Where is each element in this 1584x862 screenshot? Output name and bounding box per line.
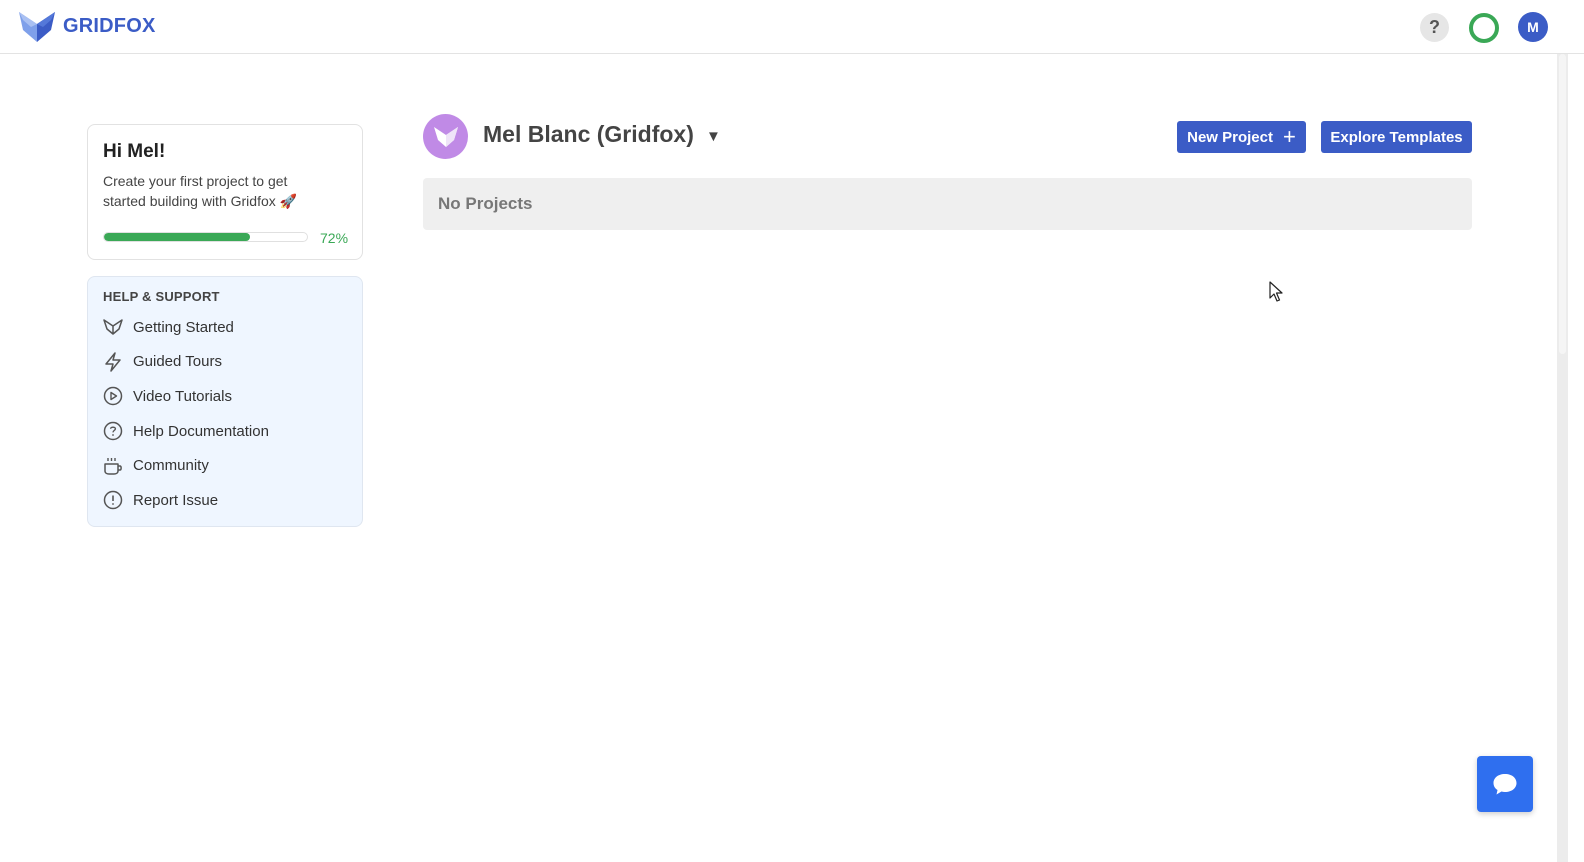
help-support-list: Getting Started Guided Tours Video Tutor… <box>103 310 347 518</box>
user-avatar[interactable]: M <box>1518 12 1548 42</box>
new-project-button[interactable]: New Project + <box>1177 121 1306 153</box>
chevron-down-icon[interactable]: ▼ <box>706 128 721 145</box>
mouse-cursor-icon <box>1269 281 1283 302</box>
new-project-label: New Project <box>1187 128 1273 146</box>
help-item-label: Community <box>133 457 209 475</box>
scrollbar-thumb[interactable] <box>1559 54 1566 354</box>
help-support-heading: HELP & SUPPORT <box>103 289 220 304</box>
page-scrollbar[interactable] <box>1557 54 1568 862</box>
org-avatar[interactable] <box>423 114 468 159</box>
empty-projects-message: No Projects <box>423 178 1472 230</box>
top-navigation-bar: GRIDFOX ? M <box>0 0 1584 54</box>
fox-logo-icon <box>19 12 55 42</box>
help-item-label: Getting Started <box>133 318 234 336</box>
coffee-cup-icon <box>103 456 123 476</box>
help-button[interactable]: ? <box>1420 13 1449 42</box>
help-support-panel: HELP & SUPPORT Getting Started Guided To… <box>87 276 363 527</box>
help-item-label: Video Tutorials <box>133 387 232 405</box>
plus-icon: + <box>1283 124 1296 149</box>
help-item-help-documentation[interactable]: Help Documentation <box>103 414 347 449</box>
help-item-report-issue[interactable]: Report Issue <box>103 483 347 518</box>
help-item-guided-tours[interactable]: Guided Tours <box>103 345 347 380</box>
welcome-title: Hi Mel! <box>103 141 166 162</box>
chat-bubble-icon <box>1493 774 1517 795</box>
help-item-getting-started[interactable]: Getting Started <box>103 310 347 345</box>
lightning-icon <box>103 352 123 372</box>
question-circle-icon <box>103 421 123 441</box>
help-item-label: Help Documentation <box>133 422 269 440</box>
onboarding-progress: 72% <box>103 230 349 246</box>
help-item-label: Report Issue <box>133 491 219 509</box>
logo-text: GRIDFOX <box>63 14 156 37</box>
progress-ring-icon[interactable] <box>1468 12 1500 44</box>
explore-templates-button[interactable]: Explore Templates <box>1321 121 1472 153</box>
progress-track <box>103 232 308 242</box>
play-circle-icon <box>103 386 123 406</box>
progress-label: 72% <box>320 230 349 246</box>
chat-button[interactable] <box>1477 756 1533 812</box>
fox-logo-icon <box>433 126 458 147</box>
alert-circle-icon <box>103 490 123 510</box>
gridfox-logo[interactable]: GRIDFOX <box>19 10 156 42</box>
help-item-label: Guided Tours <box>133 353 222 371</box>
progress-fill <box>104 233 251 241</box>
org-name[interactable]: Mel Blanc (Gridfox) <box>483 121 694 148</box>
welcome-card: Hi Mel! Create your first project to get… <box>87 124 363 260</box>
fox-icon <box>103 317 123 337</box>
help-item-community[interactable]: Community <box>103 448 347 483</box>
help-item-video-tutorials[interactable]: Video Tutorials <box>103 379 347 414</box>
welcome-message: Create your first project to get started… <box>103 173 298 209</box>
